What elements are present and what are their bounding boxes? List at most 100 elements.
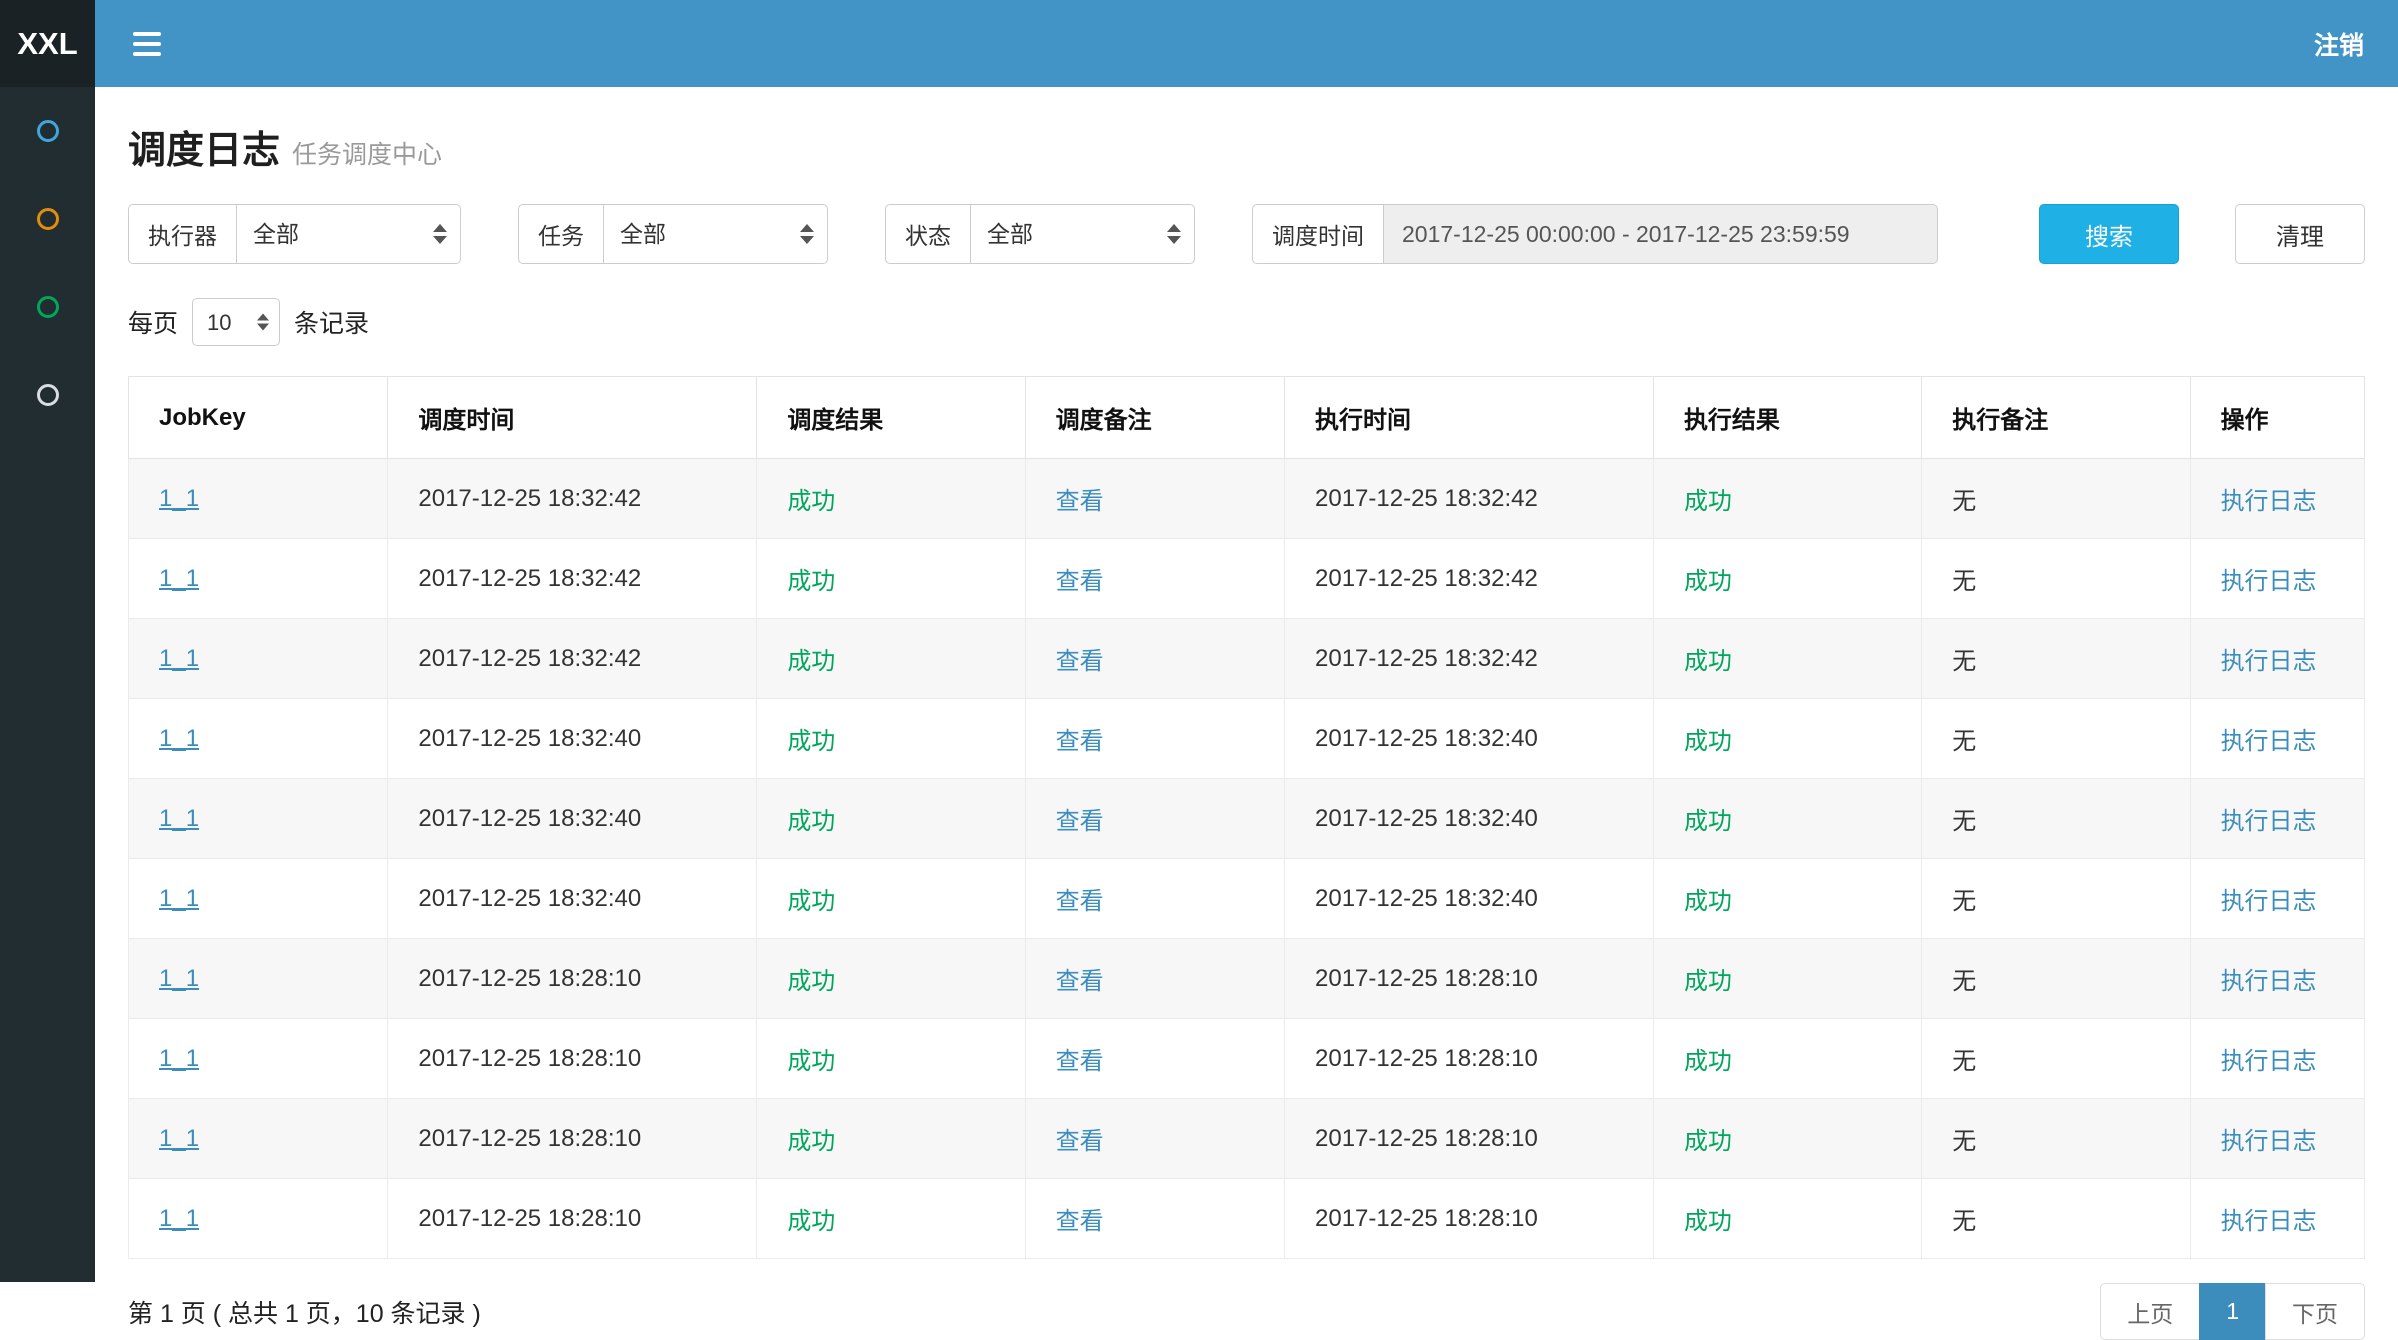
- job-select[interactable]: 全部: [604, 205, 827, 263]
- page-size-prefix-label: 每页: [128, 304, 178, 340]
- execution-log-link[interactable]: 执行日志: [2221, 1208, 2317, 1235]
- execution-log-link[interactable]: 执行日志: [2221, 488, 2317, 515]
- jobkey-link[interactable]: 1_1: [159, 1125, 199, 1152]
- trigger-result-cell: 成功: [757, 1019, 1025, 1099]
- handle-result-cell: 成功: [1653, 1179, 1921, 1259]
- handle-time-cell: 2017-12-25 18:32:40: [1285, 779, 1654, 859]
- jobkey-link[interactable]: 1_1: [159, 565, 199, 592]
- job-filter-group: 任务 全部: [518, 204, 828, 264]
- handle-time-cell: 2017-12-25 18:28:10: [1285, 1099, 1654, 1179]
- trigger-msg-cell: 查看: [1025, 1019, 1284, 1099]
- table-row: 1_1 2017-12-25 18:28:10 成功 查看 2017-12-25…: [129, 1179, 2365, 1259]
- clear-button[interactable]: 清理: [2235, 204, 2365, 264]
- pagination: 上页 1 下页: [2100, 1283, 2365, 1340]
- trigger-time-cell: 2017-12-25 18:32:40: [388, 779, 757, 859]
- next-page-button[interactable]: 下页: [2265, 1283, 2365, 1340]
- execution-log-link[interactable]: 执行日志: [2221, 968, 2317, 995]
- prev-page-button[interactable]: 上页: [2100, 1283, 2200, 1340]
- jobkey-cell: 1_1: [129, 939, 388, 1019]
- action-cell: 执行日志: [2190, 619, 2364, 699]
- view-trigger-msg-link[interactable]: 查看: [1056, 808, 1104, 835]
- view-trigger-msg-link[interactable]: 查看: [1056, 728, 1104, 755]
- main-content: 调度日志任务调度中心 执行器 全部 任务 全部 状态 全部 调度时间: [95, 87, 2398, 1340]
- execution-log-link[interactable]: 执行日志: [2221, 648, 2317, 675]
- handle-msg-cell: 无: [1922, 539, 2190, 619]
- execution-log-link[interactable]: 执行日志: [2221, 728, 2317, 755]
- table-row: 1_1 2017-12-25 18:28:10 成功 查看 2017-12-25…: [129, 1019, 2365, 1099]
- trigger-msg-cell: 查看: [1025, 859, 1284, 939]
- page-title: 调度日志: [128, 130, 280, 172]
- table-row: 1_1 2017-12-25 18:32:40 成功 查看 2017-12-25…: [129, 859, 2365, 939]
- action-cell: 执行日志: [2190, 1019, 2364, 1099]
- app-logo[interactable]: XXL: [0, 0, 95, 87]
- hamburger-menu-icon[interactable]: [133, 32, 161, 56]
- executor-select-wrap: 全部: [236, 204, 461, 264]
- jobkey-link[interactable]: 1_1: [159, 725, 199, 752]
- executor-select[interactable]: 全部: [237, 205, 460, 263]
- handle-msg-cell: 无: [1922, 1099, 2190, 1179]
- execution-log-link[interactable]: 执行日志: [2221, 1048, 2317, 1075]
- jobkey-link[interactable]: 1_1: [159, 965, 199, 992]
- trigger-result-cell: 成功: [757, 1179, 1025, 1259]
- trigger-msg-cell: 查看: [1025, 459, 1284, 539]
- jobkey-cell: 1_1: [129, 859, 388, 939]
- view-trigger-msg-link[interactable]: 查看: [1056, 568, 1104, 595]
- view-trigger-msg-link[interactable]: 查看: [1056, 1128, 1104, 1155]
- jobkey-link[interactable]: 1_1: [159, 485, 199, 512]
- execution-log-link[interactable]: 执行日志: [2221, 568, 2317, 595]
- handle-time-cell: 2017-12-25 18:28:10: [1285, 1179, 1654, 1259]
- trigger-msg-cell: 查看: [1025, 1179, 1284, 1259]
- trigger-msg-cell: 查看: [1025, 619, 1284, 699]
- trigger-time-cell: 2017-12-25 18:28:10: [388, 1019, 757, 1099]
- trigger-time-cell: 2017-12-25 18:32:40: [388, 859, 757, 939]
- executor-filter-label: 执行器: [128, 204, 237, 264]
- jobkey-link[interactable]: 1_1: [159, 885, 199, 912]
- table-row: 1_1 2017-12-25 18:32:42 成功 查看 2017-12-25…: [129, 619, 2365, 699]
- sidebar-menu-icon[interactable]: [37, 296, 59, 318]
- status-select[interactable]: 全部: [971, 205, 1194, 263]
- table-footer: 第 1 页 ( 总共 1 页，10 条记录 ) 上页 1 下页: [128, 1283, 2365, 1340]
- executor-filter-group: 执行器 全部: [128, 204, 461, 264]
- execution-log-link[interactable]: 执行日志: [2221, 888, 2317, 915]
- jobkey-cell: 1_1: [129, 1179, 388, 1259]
- handle-msg-cell: 无: [1922, 619, 2190, 699]
- jobkey-link[interactable]: 1_1: [159, 1205, 199, 1232]
- trigger-result-cell: 成功: [757, 779, 1025, 859]
- navbar-bar: 注销: [95, 0, 2398, 87]
- log-table-body: 1_1 2017-12-25 18:32:42 成功 查看 2017-12-25…: [129, 459, 2365, 1259]
- view-trigger-msg-link[interactable]: 查看: [1056, 488, 1104, 515]
- sidebar-menu-icon[interactable]: [37, 208, 59, 230]
- filter-bar: 执行器 全部 任务 全部 状态 全部 调度时间 搜索 清理: [128, 204, 2365, 264]
- action-cell: 执行日志: [2190, 779, 2364, 859]
- handle-time-cell: 2017-12-25 18:32:40: [1285, 859, 1654, 939]
- status-select-wrap: 全部: [970, 204, 1195, 264]
- action-cell: 执行日志: [2190, 1099, 2364, 1179]
- view-trigger-msg-link[interactable]: 查看: [1056, 1048, 1104, 1075]
- table-row: 1_1 2017-12-25 18:32:42 成功 查看 2017-12-25…: [129, 459, 2365, 539]
- execution-log-link[interactable]: 执行日志: [2221, 1128, 2317, 1155]
- jobkey-cell: 1_1: [129, 699, 388, 779]
- jobkey-cell: 1_1: [129, 1019, 388, 1099]
- view-trigger-msg-link[interactable]: 查看: [1056, 1208, 1104, 1235]
- jobkey-link[interactable]: 1_1: [159, 1045, 199, 1072]
- sidebar-menu-icon[interactable]: [37, 120, 59, 142]
- search-button[interactable]: 搜索: [2039, 204, 2179, 264]
- trigger-msg-cell: 查看: [1025, 1099, 1284, 1179]
- trigger-time-range-input[interactable]: [1383, 204, 1938, 264]
- view-trigger-msg-link[interactable]: 查看: [1056, 888, 1104, 915]
- jobkey-link[interactable]: 1_1: [159, 645, 199, 672]
- logout-link[interactable]: 注销: [2314, 26, 2364, 62]
- handle-result-cell: 成功: [1653, 1099, 1921, 1179]
- handle-msg-cell: 无: [1922, 699, 2190, 779]
- trigger-time-filter-group: 调度时间: [1252, 204, 1938, 264]
- col-jobkey: JobKey: [129, 377, 388, 459]
- page-1-button[interactable]: 1: [2199, 1283, 2266, 1340]
- handle-msg-cell: 无: [1922, 459, 2190, 539]
- execution-log-link[interactable]: 执行日志: [2221, 808, 2317, 835]
- handle-msg-cell: 无: [1922, 779, 2190, 859]
- view-trigger-msg-link[interactable]: 查看: [1056, 648, 1104, 675]
- jobkey-link[interactable]: 1_1: [159, 805, 199, 832]
- view-trigger-msg-link[interactable]: 查看: [1056, 968, 1104, 995]
- page-size-select[interactable]: 10: [193, 299, 279, 345]
- sidebar-menu-icon[interactable]: [37, 384, 59, 406]
